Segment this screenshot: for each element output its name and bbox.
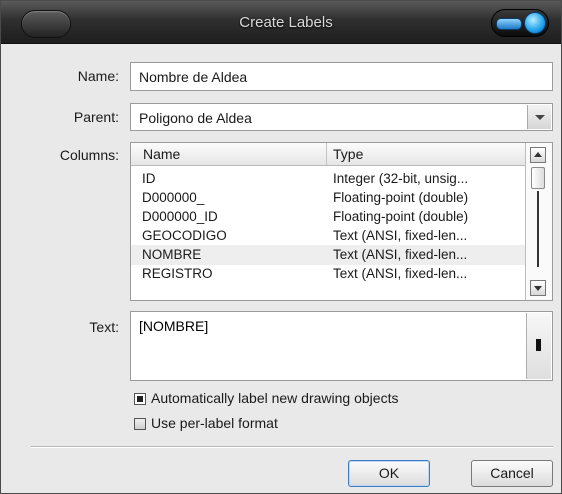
title-bar[interactable]: Create Labels	[1, 1, 561, 44]
column-type-cell: Floating-point (double)	[333, 190, 469, 205]
cancel-button[interactable]: Cancel	[471, 460, 553, 487]
columns-scrollbar[interactable]	[525, 143, 552, 300]
name-field[interactable]: Nombre de Aldea	[130, 62, 553, 91]
dialog-title: Create Labels	[239, 14, 333, 31]
header-divider[interactable]	[326, 143, 327, 165]
auto-label-text: Automatically label new drawing objects	[151, 390, 399, 406]
name-label: Name:	[77, 68, 119, 84]
per-label-format-checkbox[interactable]	[134, 418, 146, 430]
columns-header: Name Type	[131, 143, 526, 166]
scroll-thumb[interactable]	[531, 167, 545, 189]
list-item[interactable]: D000000_ID Floating-point (double)	[131, 207, 526, 227]
close-icon[interactable]	[524, 12, 546, 34]
column-type-cell: Integer (32-bit, unsig...	[333, 171, 469, 186]
system-menu-button[interactable]	[21, 10, 71, 38]
text-expression-value: [NOMBRE]	[139, 318, 209, 334]
columns-label: Columns:	[59, 147, 119, 163]
window-controls	[491, 9, 549, 37]
auto-label-checkbox[interactable]	[134, 393, 146, 405]
column-name-cell: REGISTRO	[142, 266, 213, 281]
per-label-format-text: Use per-label format	[151, 415, 278, 431]
list-item[interactable]: GEOCODIGO Text (ANSI, fixed-len...	[131, 226, 526, 246]
scroll-track[interactable]	[537, 191, 539, 267]
minimize-icon[interactable]	[496, 18, 522, 30]
column-type-cell: Floating-point (double)	[333, 209, 469, 224]
text-expression-field[interactable]: [NOMBRE]	[130, 311, 553, 381]
list-item[interactable]: D000000_ Floating-point (double)	[131, 188, 526, 208]
column-type-cell: Text (ANSI, fixed-len...	[333, 266, 468, 281]
text-scroll-button[interactable]	[526, 313, 551, 379]
scroll-up-icon[interactable]	[530, 147, 546, 163]
parent-label: Parent:	[73, 109, 119, 125]
divider	[31, 446, 553, 448]
parent-select[interactable]: Poligono de Aldea	[130, 103, 553, 131]
ok-button[interactable]: OK	[348, 460, 430, 487]
column-type-cell: Text (ANSI, fixed-len...	[333, 247, 468, 262]
list-item[interactable]: ID Integer (32-bit, unsig...	[131, 169, 526, 189]
column-name-cell: NOMBRE	[142, 247, 202, 262]
column-type-cell: Text (ANSI, fixed-len...	[333, 228, 468, 243]
scroll-down-icon[interactable]	[530, 280, 546, 296]
column-name-cell: D000000_	[142, 190, 205, 205]
column-name-cell: GEOCODIGO	[142, 228, 227, 243]
text-label: Text:	[89, 319, 119, 335]
list-item[interactable]: REGISTRO Text (ANSI, fixed-len...	[131, 264, 526, 284]
column-header-name[interactable]: Name	[143, 146, 180, 162]
column-name-cell: ID	[142, 171, 156, 186]
column-name-cell: D000000_ID	[142, 209, 218, 224]
create-labels-dialog: Create Labels Name: Nombre de Aldea Pare…	[0, 0, 562, 494]
parent-select-value: Poligono de Aldea	[139, 110, 252, 126]
chevron-down-icon[interactable]	[527, 105, 551, 129]
list-item-selected[interactable]: NOMBRE Text (ANSI, fixed-len...	[131, 245, 526, 265]
column-header-type[interactable]: Type	[333, 146, 363, 162]
columns-list[interactable]: Name Type ID Integer (32-bit, unsig... D…	[130, 142, 553, 301]
